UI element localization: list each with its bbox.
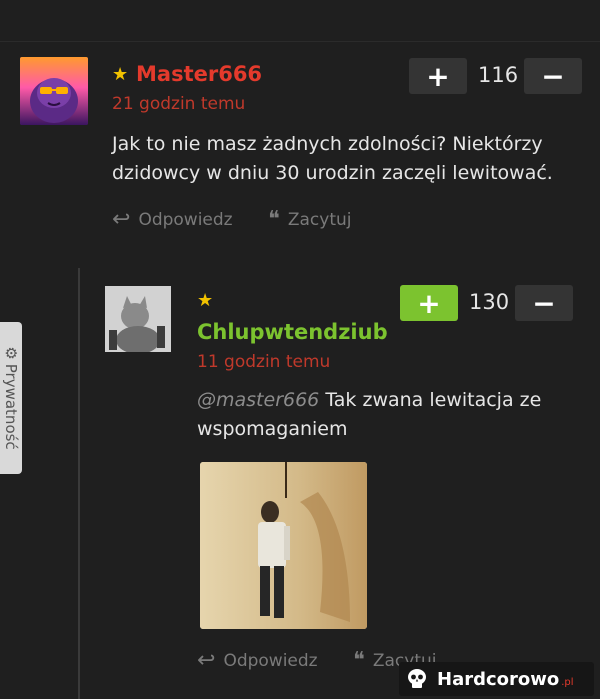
quote-icon: ❝ bbox=[353, 648, 365, 673]
star-icon: ★ bbox=[197, 290, 214, 311]
mention-link[interactable]: @master666 bbox=[197, 389, 319, 411]
watermark-suffix: .pl bbox=[561, 676, 574, 688]
reply-button[interactable]: ↩ Odpowiedz bbox=[112, 207, 233, 232]
reply-label: Odpowiedz bbox=[223, 650, 318, 671]
watermark-text: Hardcorowo bbox=[437, 668, 560, 690]
comment-text: Jak to nie masz żadnych zdolności? Niekt… bbox=[112, 133, 553, 184]
attached-image[interactable] bbox=[200, 462, 367, 629]
quote-icon: ❝ bbox=[268, 207, 280, 232]
timestamp[interactable]: 21 godzin temu bbox=[112, 94, 245, 114]
gear-icon: ⚙ bbox=[2, 346, 20, 360]
timestamp[interactable]: 11 godzin temu bbox=[197, 352, 330, 372]
downvote-button[interactable]: − bbox=[515, 285, 573, 321]
comment-text: @master666 Tak zwana lewitacja ze wspoma… bbox=[197, 386, 577, 444]
reply-icon: ↩ bbox=[112, 207, 131, 232]
watermark-logo: Hardcorowo .pl bbox=[399, 662, 594, 696]
vote-count: 130 bbox=[469, 290, 510, 314]
avatar[interactable] bbox=[105, 286, 171, 352]
star-icon: ★ bbox=[112, 64, 129, 85]
top-divider bbox=[0, 41, 600, 42]
avatar[interactable] bbox=[20, 57, 88, 125]
quote-button[interactable]: ❝ Zacytuj bbox=[268, 207, 351, 232]
reply-button[interactable]: ↩ Odpowiedz bbox=[197, 648, 318, 673]
thread-line bbox=[78, 268, 80, 699]
username[interactable]: Master666 bbox=[136, 62, 262, 86]
reply-label: Odpowiedz bbox=[138, 209, 233, 230]
vote-count: 116 bbox=[478, 63, 519, 87]
quote-label: Zacytuj bbox=[287, 209, 352, 230]
upvote-button[interactable]: + bbox=[400, 285, 458, 321]
privacy-tab-label[interactable]: ⚙ Prywatność bbox=[2, 346, 20, 449]
skull-icon bbox=[408, 669, 426, 688]
privacy-label-text: Prywatność bbox=[2, 363, 20, 450]
reply-icon: ↩ bbox=[197, 648, 216, 673]
upvote-button[interactable]: + bbox=[409, 58, 467, 94]
username[interactable]: Chlupwtendziub bbox=[197, 320, 388, 344]
downvote-button[interactable]: − bbox=[524, 58, 582, 94]
